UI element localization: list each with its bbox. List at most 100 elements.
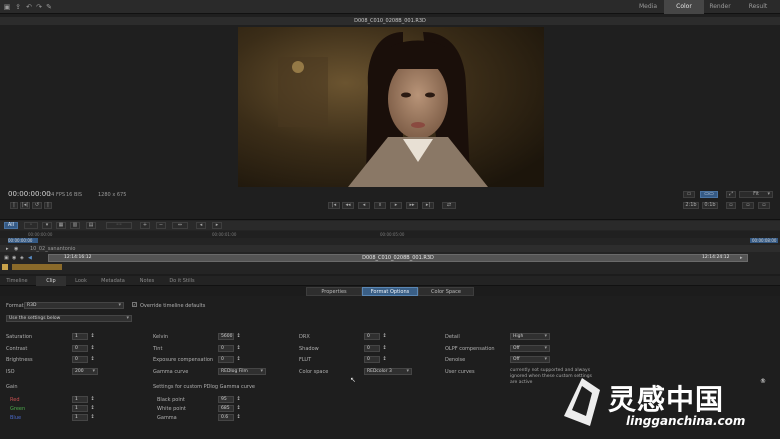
timeline-next-button[interactable]: ▸ (212, 222, 222, 229)
zoom-b-button[interactable]: 0:1b (702, 202, 718, 209)
timeline-zoom-in[interactable]: + (140, 222, 150, 229)
clip-link-icon[interactable]: ◈ (20, 255, 24, 261)
exposure-spinner-icon[interactable]: ↕ (236, 356, 241, 363)
override-checkbox[interactable]: ✓ (132, 302, 137, 307)
kelvin-spinner-icon[interactable]: ↕ (236, 333, 241, 340)
brightness-spinner-icon[interactable]: ↕ (90, 356, 95, 363)
tab-look[interactable]: Look (66, 276, 96, 286)
saturation-field[interactable]: 1 (72, 333, 88, 340)
gain-green-field[interactable]: 1 (72, 405, 88, 412)
timeline-prev-button[interactable]: ◂ (196, 222, 206, 229)
clip-lock-icon[interactable]: ▣ (4, 255, 9, 261)
tab-clip[interactable]: Clip (36, 276, 66, 286)
kelvin-field[interactable]: 5600 (218, 333, 234, 340)
go-end-button[interactable]: ▸| (422, 202, 434, 209)
olpf-select[interactable]: Off (510, 345, 550, 352)
mark-range-button[interactable]: |◂| (20, 202, 30, 209)
shadow-spinner-icon[interactable]: ↕ (382, 345, 387, 352)
detail-select[interactable]: High (510, 333, 550, 340)
fit-select[interactable]: Fit (739, 191, 773, 198)
gain-blue-spinner-icon[interactable]: ↕ (90, 414, 95, 421)
loop-button[interactable]: ↺ (32, 202, 42, 209)
saturation-spinner-icon[interactable]: ↕ (90, 333, 95, 340)
step-back-button[interactable]: ◂◂ (342, 202, 354, 209)
tab-timeline[interactable]: Timeline (2, 276, 32, 286)
play-button[interactable]: ▸ (390, 202, 402, 209)
tab-notes[interactable]: Notes (132, 276, 162, 286)
gain-blue-field[interactable]: 1 (72, 414, 88, 421)
flut-spinner-icon[interactable]: ↕ (382, 356, 387, 363)
thumbnail-view-button[interactable]: ▦ (56, 222, 66, 229)
color-space-select[interactable]: REDcolor 3 (364, 368, 412, 375)
clip-arrow-icon[interactable]: ▸ (740, 255, 743, 261)
denoise-select[interactable]: Off (510, 356, 550, 363)
timeline-clip[interactable]: D008_C010_0208B_001.R3D (48, 254, 748, 262)
drx-spinner-icon[interactable]: ↕ (382, 333, 387, 340)
tab-media[interactable]: Media (628, 0, 668, 14)
white-point-field[interactable]: 685 (218, 405, 234, 412)
clip-thumb-strip[interactable] (12, 264, 62, 270)
redo-icon[interactable]: ↷ (35, 3, 43, 11)
play-reverse-button[interactable]: ◂ (358, 202, 370, 209)
step-forward-button[interactable]: ▸▸ (406, 202, 418, 209)
contrast-spinner-icon[interactable]: ↕ (90, 345, 95, 352)
loop-toggle-button[interactable]: ⇄ (442, 202, 456, 209)
tab-stills[interactable]: Do it Stills (164, 276, 200, 286)
timeline-option-button[interactable]: ◦◦ (106, 222, 132, 229)
gamma-curve-select[interactable]: REDlog Film (218, 368, 266, 375)
track-toggle-icon[interactable]: ▸ (6, 246, 9, 252)
gain-red-field[interactable]: 1 (72, 396, 88, 403)
grid-view-button[interactable]: ▤ (86, 222, 96, 229)
gamma-spinner-icon[interactable]: ↕ (236, 414, 241, 421)
timeline-fit-button[interactable]: ⇔ (172, 222, 188, 229)
settings-select[interactable]: Use the settings below (6, 315, 132, 322)
tint-spinner-icon[interactable]: ↕ (236, 345, 241, 352)
black-point-spinner-icon[interactable]: ↕ (236, 396, 241, 403)
export-icon[interactable]: ⇪ (14, 3, 22, 11)
timeline-zoom-out[interactable]: − (156, 222, 166, 229)
gamma-field[interactable]: 0.6 (218, 414, 234, 421)
filter-b-button[interactable]: ◦ (24, 222, 38, 229)
mark-out-button[interactable]: | (44, 202, 52, 209)
gain-green-spinner-icon[interactable]: ↕ (90, 405, 95, 412)
mark-in-button[interactable]: | (10, 202, 18, 209)
view-compare-button[interactable]: ▭▭ (700, 191, 718, 198)
tab-render[interactable]: Render (700, 0, 740, 14)
clip-audio-icon[interactable]: ◀ (28, 255, 32, 261)
exposure-field[interactable]: 0 (218, 356, 234, 363)
view-single-button[interactable]: ▭ (683, 191, 695, 198)
iso-select[interactable]: 200 (72, 368, 98, 375)
tab-color-space[interactable]: Color Space (418, 287, 474, 296)
shadow-field[interactable]: 0 (364, 345, 380, 352)
flut-field[interactable]: 0 (364, 356, 380, 363)
white-point-spinner-icon[interactable]: ↕ (236, 405, 241, 412)
tab-properties[interactable]: Properties (306, 287, 362, 296)
tint-field[interactable]: 0 (218, 345, 234, 352)
playhead-label[interactable]: 00:00:00:00 (8, 238, 38, 243)
folder-icon[interactable]: ▣ (3, 3, 11, 11)
overlay-button[interactable]: ▫ (726, 202, 736, 209)
clip-eye-icon[interactable]: ◉ (12, 255, 16, 261)
filter-c-button[interactable]: ▾ (42, 222, 52, 229)
go-start-button[interactable]: |◂ (328, 202, 340, 209)
strip-view-button[interactable]: ▥ (70, 222, 80, 229)
tab-metadata[interactable]: Metadata (98, 276, 128, 286)
tab-format-options[interactable]: Format Options (362, 287, 418, 296)
drx-field[interactable]: 0 (364, 333, 380, 340)
guides-button[interactable]: ▫ (742, 202, 754, 209)
filter-all-button[interactable]: All (4, 222, 18, 229)
safe-area-button[interactable]: ▫ (758, 202, 770, 209)
gain-red-spinner-icon[interactable]: ↕ (90, 396, 95, 403)
zoom-a-button[interactable]: 2:1b (683, 202, 699, 209)
tab-result[interactable]: Result (738, 0, 778, 14)
wrench-icon[interactable]: ✎ (45, 3, 53, 11)
contrast-field[interactable]: 0 (72, 345, 88, 352)
fit-icon[interactable]: ⤢ (726, 191, 736, 198)
brightness-field[interactable]: 0 (72, 356, 88, 363)
undo-icon[interactable]: ↶ (25, 3, 33, 11)
track-eye-icon[interactable]: ◉ (14, 246, 18, 252)
format-select[interactable]: R3D (24, 302, 124, 309)
pause-button[interactable]: ॥ (374, 202, 386, 209)
tab-color[interactable]: Color (664, 0, 704, 14)
black-point-field[interactable]: 95 (218, 396, 234, 403)
